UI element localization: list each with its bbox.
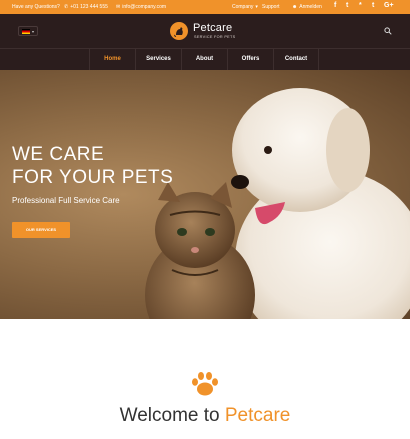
- our-services-button[interactable]: OUR SERVICES: [12, 222, 70, 238]
- logo-subtitle: SERVICE FOR PETS: [194, 35, 236, 39]
- chevron-down-icon: ▾: [32, 28, 35, 34]
- german-flag-icon: [22, 28, 30, 34]
- facebook-icon[interactable]: f: [334, 2, 336, 9]
- twitter-icon[interactable]: t: [346, 2, 348, 9]
- support-link[interactable]: Support: [262, 4, 280, 10]
- company-dropdown[interactable]: Company ▾: [232, 4, 258, 10]
- nav-services[interactable]: Services: [135, 49, 181, 70]
- nav-about[interactable]: About: [181, 49, 227, 70]
- support-label: Support: [262, 4, 280, 10]
- nav-contact[interactable]: Contact: [273, 49, 319, 70]
- logo-icon[interactable]: [170, 22, 188, 40]
- tumblr-icon[interactable]: t: [372, 2, 374, 9]
- hero-banner: WE CARE FOR YOUR PETS Professional Full …: [0, 70, 410, 319]
- welcome-highlight: Petcare: [224, 405, 291, 426]
- language-selector[interactable]: ▾: [18, 26, 38, 36]
- hero-pets-image: [145, 88, 410, 319]
- hero-title: WE CARE FOR YOUR PETS: [12, 143, 173, 189]
- paw-icon: [192, 372, 218, 396]
- google-plus-icon[interactable]: G+: [384, 2, 394, 9]
- hero-title-line2: FOR YOUR PETS: [12, 167, 174, 188]
- phone-icon: ✆: [64, 4, 69, 10]
- welcome-prefix: Welcome to: [119, 405, 225, 426]
- search-icon[interactable]: [384, 27, 392, 35]
- yelp-icon[interactable]: *: [359, 2, 362, 9]
- chevron-down-icon: ▾: [255, 4, 258, 10]
- top-bar: Have any Questions? ✆ +01 123 444 555 ✉ …: [0, 0, 410, 14]
- account-label: Anmelden: [299, 4, 322, 10]
- logo-title[interactable]: Petcare: [193, 22, 232, 34]
- email-link[interactable]: ✉ info@company.com: [116, 4, 166, 10]
- mail-icon: ✉: [116, 4, 121, 10]
- questions-text: Have any Questions?: [12, 4, 60, 10]
- hero-title-line1: WE CARE: [12, 144, 105, 165]
- phone-label: +01 123 444 555: [70, 4, 108, 10]
- welcome-heading: Welcome to Petcare: [0, 405, 410, 427]
- nav-offers[interactable]: Offers: [227, 49, 273, 70]
- hero-subtitle: Professional Full Service Care: [12, 196, 120, 205]
- main-nav: Home Services About Offers Contact: [0, 48, 410, 70]
- phone-link[interactable]: ✆ +01 123 444 555: [64, 4, 108, 10]
- user-icon: ☻: [292, 4, 298, 10]
- company-label: Company: [232, 4, 254, 10]
- email-label: info@company.com: [122, 4, 167, 10]
- nav-home[interactable]: Home: [89, 49, 135, 70]
- questions-label: Have any Questions?: [12, 4, 60, 10]
- account-link[interactable]: ☻ Anmelden: [292, 4, 322, 10]
